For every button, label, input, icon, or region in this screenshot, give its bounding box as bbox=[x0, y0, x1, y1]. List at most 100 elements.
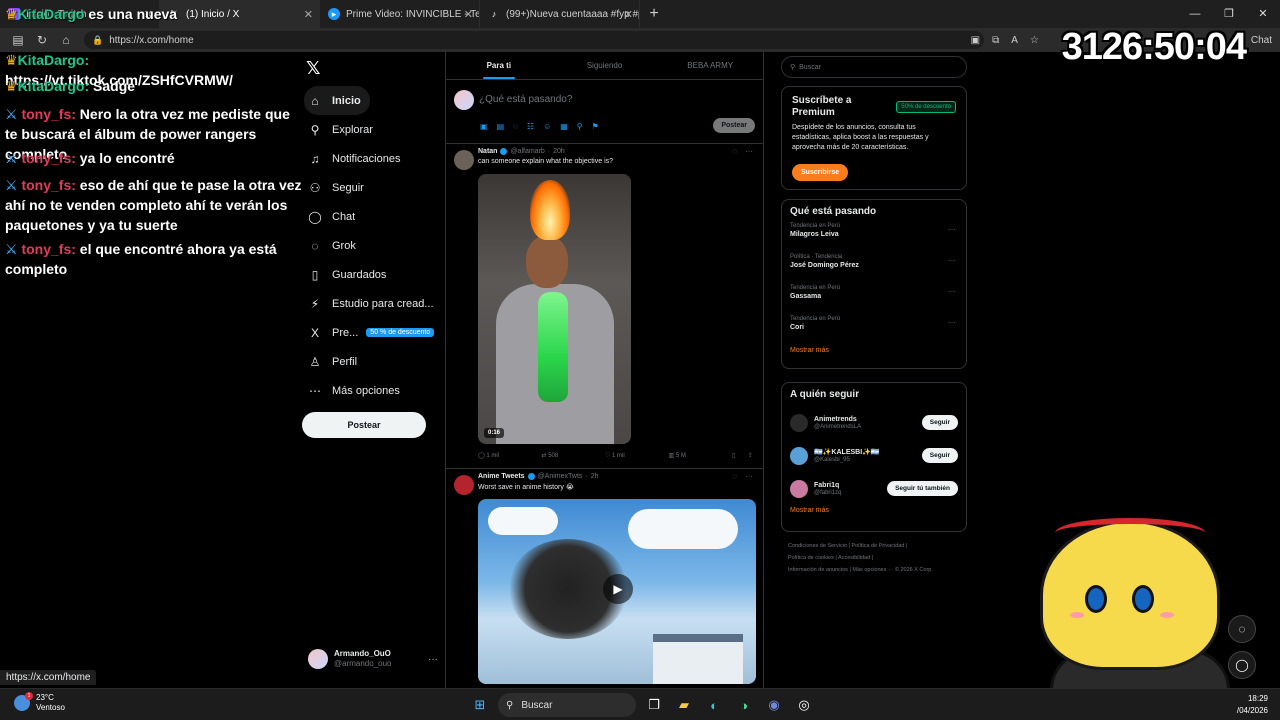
tab-siguiendo[interactable]: Siguiendo bbox=[552, 52, 658, 79]
sidebar-item-inicio[interactable]: ⌂ Inicio bbox=[304, 86, 370, 115]
views-button[interactable]: ▥ 5 M bbox=[669, 452, 733, 459]
more-icon[interactable]: ··· bbox=[948, 225, 956, 234]
chat-label[interactable]: Chat bbox=[1251, 35, 1272, 46]
more-icon[interactable]: ··· bbox=[428, 654, 438, 665]
like-button[interactable]: ♡ 1 mil bbox=[605, 452, 669, 459]
reader-icon[interactable]: ▣ bbox=[971, 35, 980, 46]
browser-tab-2[interactable]: 𝕏 (1) Inicio / X ✕ bbox=[160, 0, 320, 28]
more-icon[interactable]: ··· bbox=[948, 287, 956, 296]
extensions-icon[interactable]: ⧉ bbox=[992, 35, 999, 46]
retweet-button[interactable]: ⇄ 508 bbox=[542, 452, 606, 459]
tweet[interactable]: Anime Tweets @AnimexTwts · 2h ◌ ··· Worst… bbox=[446, 469, 763, 688]
footer-line[interactable]: Política de cookies | Accesibilidad | bbox=[788, 552, 968, 564]
grok-icon[interactable]: ◌ bbox=[513, 122, 518, 131]
close-icon[interactable]: ✕ bbox=[304, 8, 313, 21]
play-icon[interactable]: ▶ bbox=[603, 574, 633, 604]
edge-icon[interactable]: ◐ bbox=[702, 693, 726, 717]
close-icon[interactable]: ✕ bbox=[624, 8, 633, 21]
edge-dev-icon[interactable]: ◑ bbox=[732, 693, 756, 717]
browser-tab-3[interactable]: ▸Prime Video: INVINCIBLE - Tempo✕ bbox=[320, 0, 480, 28]
footer-line[interactable]: Información de anuncios | Más opciones ·… bbox=[788, 564, 968, 576]
sidebar-item-chat[interactable]: ◯ Chat bbox=[304, 202, 444, 231]
search-input[interactable]: ⚲ Buscar bbox=[781, 56, 967, 78]
emoji-icon[interactable]: ☺ bbox=[543, 122, 551, 131]
tweet-author[interactable]: Natan bbox=[478, 148, 497, 155]
weather-widget[interactable]: 1 23°C Ventoso bbox=[14, 692, 65, 713]
close-icon[interactable]: ✕ bbox=[464, 8, 473, 21]
x-logo-icon[interactable]: 𝕏 bbox=[306, 58, 321, 79]
close-icon[interactable]: ✕ bbox=[144, 8, 153, 21]
tab-para-ti[interactable]: Para ti bbox=[446, 52, 552, 79]
system-clock[interactable]: 18:29 /04/2026 bbox=[1237, 693, 1268, 717]
maximize-icon[interactable]: ❐ bbox=[1212, 0, 1246, 28]
post-button[interactable]: Postear bbox=[302, 412, 426, 438]
grok-float-icon[interactable]: ◌ bbox=[1228, 615, 1256, 643]
tweet-video[interactable]: 0:16 bbox=[478, 174, 631, 444]
image-icon[interactable]: ▣ bbox=[480, 122, 488, 131]
subscribe-button[interactable]: Suscribirse bbox=[792, 164, 849, 181]
sidebar-item-seguir[interactable]: ⚇ Seguir bbox=[304, 173, 444, 202]
sidebar-item-grok[interactable]: ◌ Grok bbox=[304, 231, 444, 260]
follow-button[interactable]: Seguir bbox=[921, 448, 958, 463]
sidebar-item-pre[interactable]: X Pre... 50 % de descuento bbox=[304, 318, 444, 347]
account-switcher[interactable]: Armando_OuO @armando_ouo ··· bbox=[308, 644, 438, 674]
favorite-icon[interactable]: ☆ bbox=[1030, 35, 1039, 46]
trend-item[interactable]: Tendencia en Perú Milagros Leiva ··· bbox=[790, 223, 958, 254]
share-icon[interactable]: ⇪ bbox=[748, 452, 758, 459]
tweet-author[interactable]: Anime Tweets bbox=[478, 473, 525, 480]
more-icon[interactable]: ··· bbox=[745, 472, 753, 481]
browser-tab-1[interactable]: ▮ Inicio - Twitch ✕ bbox=[0, 0, 160, 28]
reply-button[interactable]: ◯ 1 mil bbox=[478, 452, 542, 459]
more-icon[interactable]: ··· bbox=[948, 318, 956, 327]
compose-input[interactable]: ¿Qué está pasando? bbox=[479, 94, 572, 105]
footer-line[interactable]: Condiciones de Servicio | Política de Pr… bbox=[788, 540, 968, 552]
trend-item[interactable]: Tendencia en Perú Gassama ··· bbox=[790, 285, 958, 316]
tweet-video[interactable]: ▶ bbox=[478, 499, 756, 684]
sidebar-item-perfil[interactable]: ♙ Perfil bbox=[304, 347, 444, 376]
sidebar-item-más-opciones[interactable]: ⋯ Más opciones bbox=[304, 376, 444, 405]
browser-tab-4[interactable]: ♪(99+)Nueva cuentaaaa #fyp #para✕ bbox=[480, 0, 640, 28]
location-icon[interactable]: ⚲ bbox=[577, 122, 583, 131]
follow-button[interactable]: Seguir bbox=[921, 415, 958, 430]
new-tab-button[interactable]: + bbox=[640, 5, 668, 23]
reload-icon[interactable]: ↻ bbox=[30, 33, 54, 47]
poll-icon[interactable]: ☷ bbox=[527, 122, 534, 131]
home-nav-icon[interactable]: ⌂ bbox=[54, 33, 78, 47]
bookmark-icon[interactable]: ▯ bbox=[732, 452, 748, 459]
file-explorer-icon[interactable]: ▰ bbox=[672, 693, 696, 717]
show-more-link[interactable]: Mostrar más bbox=[790, 347, 958, 354]
schedule-icon[interactable]: ▦ bbox=[560, 122, 568, 131]
sidebar-item-explorar[interactable]: ⚲ Explorar bbox=[304, 115, 444, 144]
show-more-link[interactable]: Mostrar más bbox=[790, 507, 958, 514]
sidebar-item-estudio-para-cread[interactable]: ⚡ Estudio para cread... bbox=[304, 289, 444, 318]
grok-icon[interactable]: ◌ bbox=[732, 147, 737, 156]
taskbar-search[interactable]: ⚲ Buscar bbox=[498, 693, 636, 717]
follow-suggestion[interactable]: 🇦🇷✨KALESBI✨🇦🇷 @Kalesbi_95 Seguir bbox=[790, 439, 958, 472]
more-icon[interactable]: ··· bbox=[745, 147, 753, 156]
discord-icon[interactable]: ◉ bbox=[762, 693, 786, 717]
tweet[interactable]: Natan @alfamarb · 20h ◌ ··· can someone e… bbox=[446, 144, 763, 469]
grok-icon[interactable]: ◌ bbox=[732, 472, 737, 481]
search-icon: ⚲ bbox=[506, 699, 514, 711]
sidebar-toggle-icon[interactable]: ▤ bbox=[6, 33, 30, 47]
tab-beba-army[interactable]: BEBA ARMY bbox=[657, 52, 763, 79]
follow-suggestion[interactable]: Fabri1q @fabri1zq Seguir tú también bbox=[790, 472, 958, 505]
obs-icon[interactable]: ◎ bbox=[792, 693, 816, 717]
translate-icon[interactable]: A bbox=[1011, 35, 1018, 46]
compose-post-button[interactable]: Postear bbox=[713, 118, 755, 133]
task-view-icon[interactable]: ❐ bbox=[642, 693, 666, 717]
trend-item[interactable]: Política · Tendencia José Domingo Pérez ··… bbox=[790, 254, 958, 285]
sidebar-item-guardados[interactable]: ▯ Guardados bbox=[304, 260, 444, 289]
gif-icon[interactable]: ▤ bbox=[497, 122, 505, 131]
url-field[interactable]: 🔒 https://x.com/home bbox=[84, 31, 984, 49]
close-window-icon[interactable]: ✕ bbox=[1246, 0, 1280, 28]
sidebar-item-notificaciones[interactable]: ♫ Notificaciones bbox=[304, 144, 444, 173]
follow-button[interactable]: Seguir tú también bbox=[887, 481, 958, 496]
trend-item[interactable]: Tendencia en Perú Cori ··· bbox=[790, 316, 958, 347]
start-icon[interactable]: ⊞ bbox=[468, 693, 492, 717]
flag-icon[interactable]: ⚑ bbox=[592, 122, 599, 131]
more-icon[interactable]: ··· bbox=[948, 256, 956, 265]
follow-suggestion[interactable]: Animetrends @AnimetrendsLA Seguir bbox=[790, 406, 958, 439]
minimize-icon[interactable]: — bbox=[1178, 0, 1212, 28]
chat-float-icon[interactable]: ◯ bbox=[1228, 651, 1256, 679]
